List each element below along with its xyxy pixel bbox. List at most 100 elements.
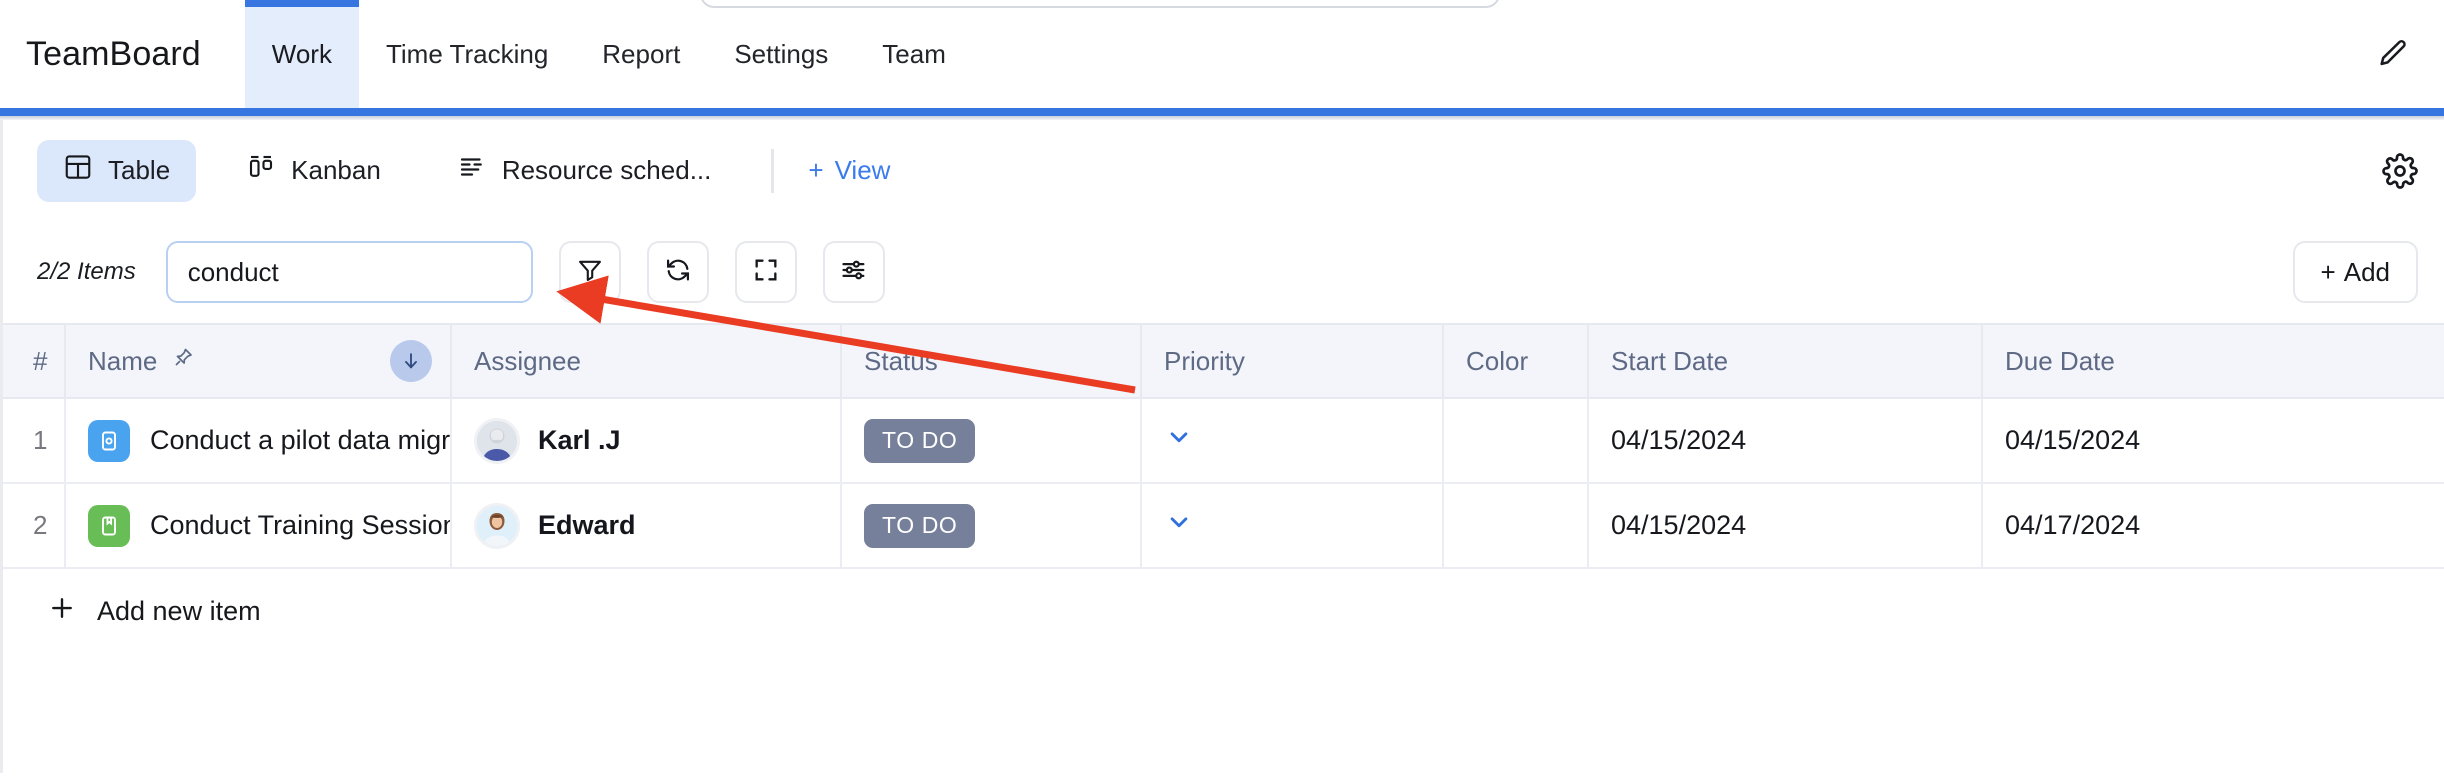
- search-input[interactable]: [166, 241, 533, 303]
- row-status-cell[interactable]: TO DO: [841, 483, 1141, 568]
- gear-icon[interactable]: [2382, 153, 2418, 189]
- view-tab-kanban-label: Kanban: [291, 155, 381, 186]
- plus-icon: [47, 593, 77, 630]
- view-tab-table[interactable]: Table: [37, 140, 196, 202]
- app-header-actions: [2376, 37, 2418, 71]
- row-name-label: Conduct Training Sessions: [150, 510, 451, 541]
- view-selector-bar: Table Kanban Resource sched... + View: [0, 120, 2444, 221]
- view-tab-table-label: Table: [108, 155, 170, 186]
- column-header-due-date[interactable]: Due Date: [1982, 324, 2444, 398]
- plus-icon: +: [808, 155, 823, 186]
- column-header-number[interactable]: #: [3, 324, 65, 398]
- sliders-icon: [840, 256, 868, 289]
- row-due-date-cell[interactable]: 04/17/2024: [1982, 483, 2444, 568]
- items-count-label: 2/2 Items: [37, 258, 136, 286]
- table-icon: [63, 152, 93, 189]
- column-header-due-date-label: Due Date: [2005, 346, 2115, 376]
- column-header-assignee-label: Assignee: [474, 346, 581, 376]
- row-priority-cell[interactable]: [1141, 398, 1443, 483]
- column-header-start-date-label: Start Date: [1611, 346, 1728, 376]
- add-item-button[interactable]: + Add: [2293, 241, 2418, 303]
- row-number: 1: [3, 398, 65, 483]
- table-row[interactable]: 1 Conduct a pilot data migration and...: [3, 398, 2444, 483]
- pin-icon[interactable]: [171, 346, 195, 377]
- items-table: # Name: [3, 323, 2444, 569]
- column-header-priority[interactable]: Priority: [1141, 324, 1443, 398]
- row-assignee-cell[interactable]: Karl .J: [451, 398, 841, 483]
- pencil-icon[interactable]: [2376, 37, 2410, 71]
- nav-tab-work[interactable]: Work: [245, 0, 359, 108]
- chevron-down-icon[interactable]: [1164, 513, 1194, 543]
- add-item-label: Add: [2344, 257, 2390, 288]
- refresh-button[interactable]: [647, 241, 709, 303]
- filter-button[interactable]: [559, 241, 621, 303]
- header-accent-rule: [0, 108, 2444, 116]
- add-view-button[interactable]: + View: [808, 155, 890, 186]
- chevron-down-icon[interactable]: [1164, 428, 1194, 458]
- column-header-color-label: Color: [1466, 346, 1528, 376]
- nav-tab-time-tracking-label: Time Tracking: [386, 39, 548, 70]
- table-header-row: # Name: [3, 324, 2444, 398]
- row-assignee-label: Karl .J: [538, 425, 621, 456]
- row-status-cell[interactable]: TO DO: [841, 398, 1141, 483]
- column-header-name-label: Name: [88, 346, 157, 377]
- main-nav-tabs: Work Time Tracking Report Settings Team: [245, 0, 973, 108]
- app-brand: TeamBoard: [26, 35, 201, 74]
- fullscreen-button[interactable]: [735, 241, 797, 303]
- column-header-assignee[interactable]: Assignee: [451, 324, 841, 398]
- add-new-item-row[interactable]: Add new item: [0, 569, 2444, 653]
- row-color-cell[interactable]: [1443, 483, 1588, 568]
- refresh-icon: [664, 256, 692, 289]
- row-start-date-cell[interactable]: 04/15/2024: [1588, 483, 1982, 568]
- view-tab-resource-schedule[interactable]: Resource sched...: [431, 140, 738, 202]
- column-header-status[interactable]: Status: [841, 324, 1141, 398]
- row-number: 2: [3, 483, 65, 568]
- nav-tab-time-tracking[interactable]: Time Tracking: [359, 0, 575, 108]
- expand-icon: [752, 256, 780, 289]
- column-header-status-label: Status: [864, 346, 938, 376]
- resource-schedule-icon: [457, 152, 487, 189]
- filter-toolbar: 2/2 Items: [0, 221, 2444, 323]
- row-assignee-cell[interactable]: Edward: [451, 483, 841, 568]
- add-new-item-label: Add new item: [97, 596, 261, 627]
- row-name-cell[interactable]: Conduct Training Sessions: [65, 483, 451, 568]
- nav-tab-team[interactable]: Team: [855, 0, 973, 108]
- row-priority-cell[interactable]: [1141, 483, 1443, 568]
- avatar: [474, 503, 520, 549]
- view-tab-kanban[interactable]: Kanban: [220, 140, 407, 202]
- row-name-label: Conduct a pilot data migration and...: [150, 425, 451, 456]
- kanban-icon: [246, 152, 276, 189]
- nav-tab-work-label: Work: [272, 39, 332, 70]
- row-due-date-cell[interactable]: 04/15/2024: [1982, 398, 2444, 483]
- funnel-icon: [576, 256, 604, 289]
- avatar: [474, 418, 520, 464]
- nav-tab-report[interactable]: Report: [575, 0, 707, 108]
- row-assignee-label: Edward: [538, 510, 636, 541]
- table-empty-space: [0, 653, 2444, 773]
- nav-tab-report-label: Report: [602, 39, 680, 70]
- app-header: TeamBoard Work Time Tracking Report Sett…: [0, 0, 2444, 108]
- nav-tab-settings[interactable]: Settings: [707, 0, 855, 108]
- view-divider: [771, 149, 774, 193]
- status-badge[interactable]: TO DO: [864, 419, 975, 463]
- table-row[interactable]: 2 Conduct Training Sessions: [3, 483, 2444, 568]
- column-header-start-date[interactable]: Start Date: [1588, 324, 1982, 398]
- settings-sliders-button[interactable]: [823, 241, 885, 303]
- row-due-date-label: 04/17/2024: [2005, 510, 2140, 540]
- row-due-date-label: 04/15/2024: [2005, 425, 2140, 455]
- task-square-icon: [88, 420, 130, 462]
- view-tab-resource-schedule-label: Resource sched...: [502, 155, 712, 186]
- column-header-name[interactable]: Name: [65, 324, 451, 398]
- row-color-cell[interactable]: [1443, 398, 1588, 483]
- row-name-cell[interactable]: Conduct a pilot data migration and...: [65, 398, 451, 483]
- items-table-container: # Name: [0, 323, 2444, 569]
- row-start-date-cell[interactable]: 04/15/2024: [1588, 398, 1982, 483]
- row-start-date-label: 04/15/2024: [1611, 510, 1746, 540]
- add-view-label: View: [835, 155, 891, 186]
- sort-descending-indicator[interactable]: [390, 340, 432, 382]
- plus-icon: +: [2321, 257, 2336, 288]
- status-badge[interactable]: TO DO: [864, 504, 975, 548]
- nav-tab-team-label: Team: [882, 39, 946, 70]
- column-header-color[interactable]: Color: [1443, 324, 1588, 398]
- nav-tab-settings-label: Settings: [734, 39, 828, 70]
